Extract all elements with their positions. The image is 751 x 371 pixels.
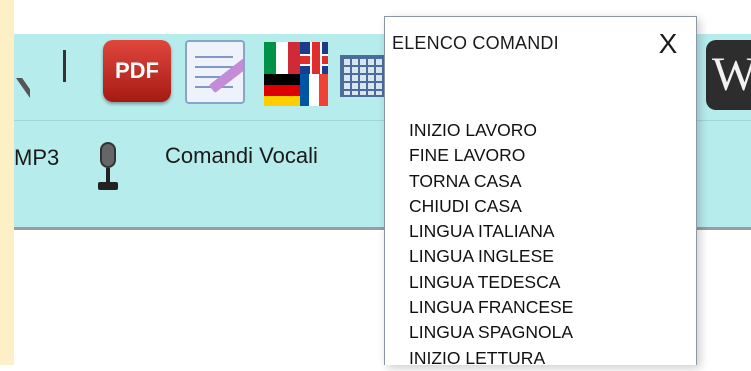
france-flag-blue xyxy=(300,74,309,106)
close-label: X xyxy=(658,28,678,59)
microphone-head xyxy=(100,142,116,168)
notepad-line xyxy=(195,66,233,68)
toolbar-separator xyxy=(63,50,66,82)
command-item[interactable]: INIZIO LETTURA xyxy=(409,346,573,371)
pdf-button[interactable]: PDF xyxy=(103,40,171,102)
france-flag-white xyxy=(309,74,319,106)
command-list: INIZIO LAVORO FINE LAVORO TORNA CASA CHI… xyxy=(409,118,573,371)
command-item[interactable]: LINGUA ITALIANA xyxy=(409,219,573,244)
italy-flag-red xyxy=(288,42,300,74)
wikipedia-label: W xyxy=(712,48,751,101)
close-icon[interactable]: X xyxy=(651,29,685,59)
pdf-label: PDF xyxy=(115,58,159,83)
italy-flag-green xyxy=(264,42,276,74)
command-item[interactable]: LINGUA TEDESCA xyxy=(409,270,573,295)
calculator-icon[interactable] xyxy=(340,55,386,97)
germany-flag-black xyxy=(264,74,300,85)
command-item[interactable]: CHIUDI CASA xyxy=(409,194,573,219)
left-strip xyxy=(0,0,14,365)
microphone-base xyxy=(98,182,118,190)
command-item[interactable]: INIZIO LAVORO xyxy=(409,118,573,143)
microphone-stem xyxy=(106,168,110,182)
command-list-dialog: ELENCO COMANDI X INIZIO LAVORO FINE LAVO… xyxy=(384,16,697,368)
italy-flag-white xyxy=(276,42,288,74)
command-item[interactable]: LINGUA FRANCESE xyxy=(409,295,573,320)
command-item[interactable]: LINGUA INGLESE xyxy=(409,244,573,269)
dialog-title: ELENCO COMANDI xyxy=(392,33,559,53)
germany-flag-gold xyxy=(264,96,300,106)
tool-icon[interactable] xyxy=(14,78,30,106)
germany-flag-red xyxy=(264,85,300,96)
mp3-label[interactable]: MP3 xyxy=(14,145,59,171)
uk-flag-cross-v xyxy=(310,42,322,74)
command-item[interactable]: TORNA CASA xyxy=(409,169,573,194)
microphone-icon[interactable] xyxy=(92,140,124,192)
notepad-icon[interactable] xyxy=(185,40,245,104)
command-item[interactable]: LINGUA SPAGNOLA xyxy=(409,320,573,345)
command-item[interactable]: FINE LAVORO xyxy=(409,143,573,168)
france-flag-red xyxy=(319,74,328,106)
notepad-line xyxy=(195,56,233,58)
wikipedia-icon[interactable]: W xyxy=(706,40,751,110)
voice-commands-button[interactable]: Comandi Vocali xyxy=(165,143,318,169)
flags-icon[interactable] xyxy=(264,42,328,106)
